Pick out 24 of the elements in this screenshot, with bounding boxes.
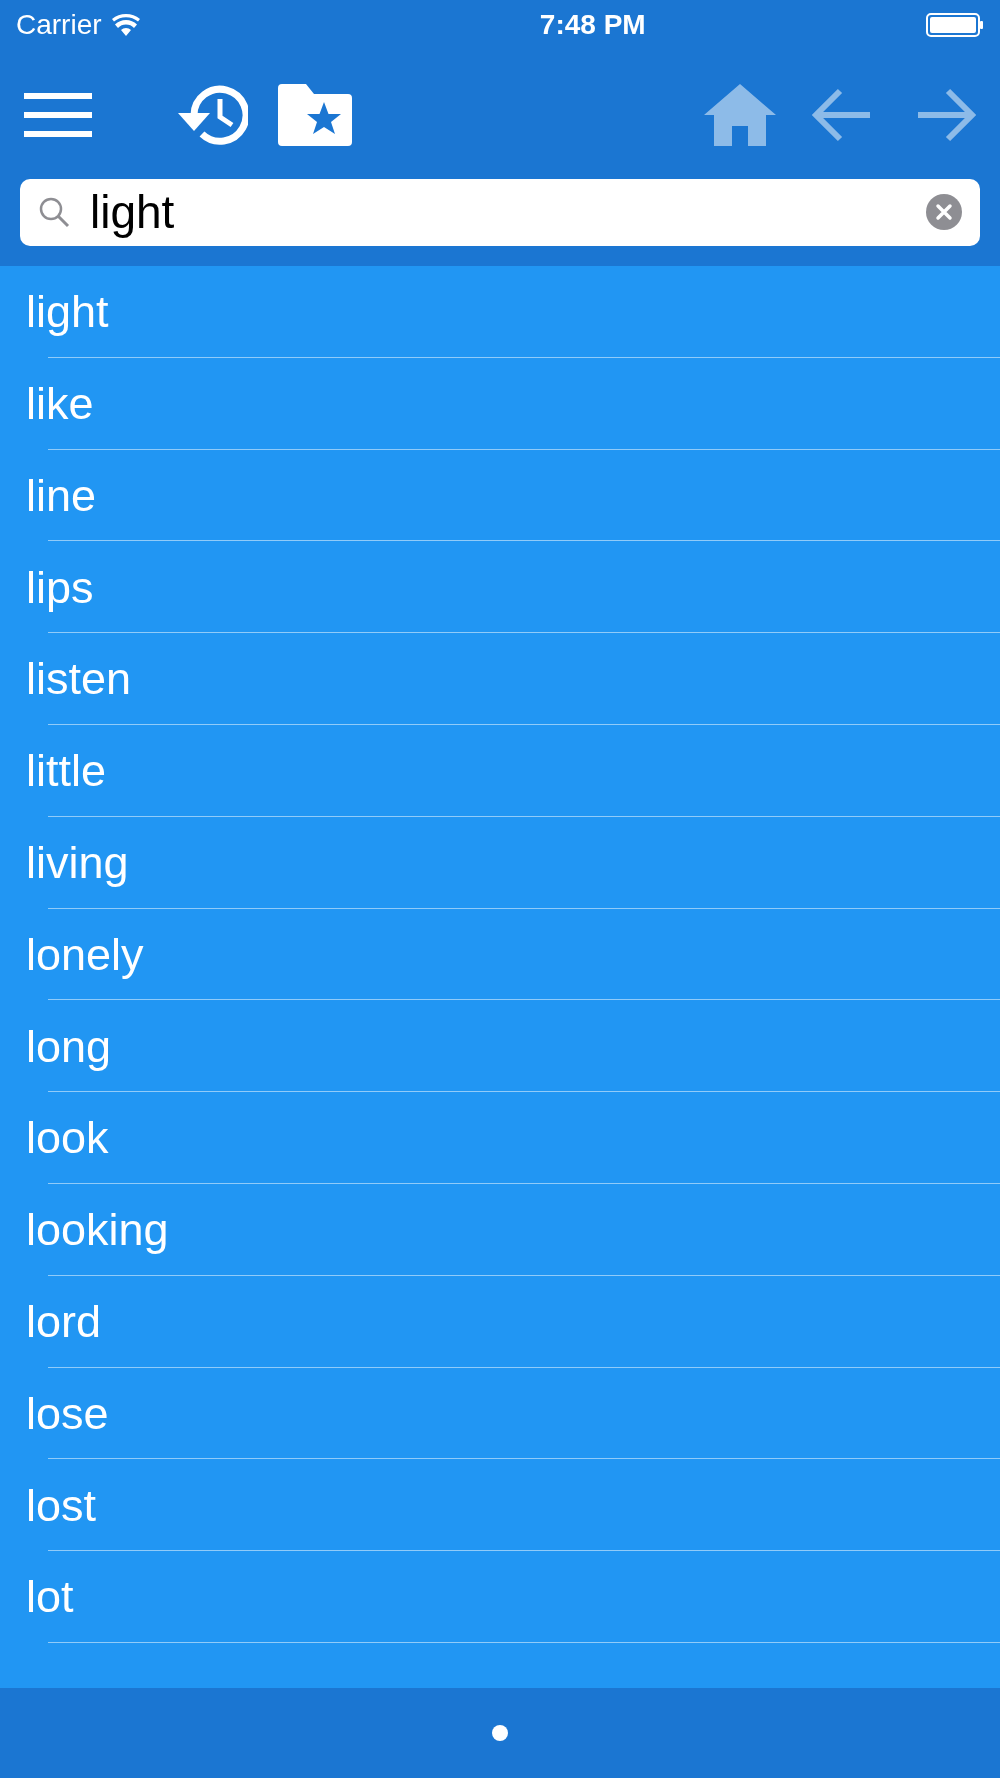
word-item[interactable]: lot bbox=[26, 1563, 74, 1631]
word-item[interactable]: lord bbox=[26, 1287, 102, 1356]
word-item[interactable]: living bbox=[26, 828, 129, 897]
word-item[interactable]: line bbox=[26, 461, 97, 530]
word-item[interactable]: little bbox=[26, 737, 107, 805]
word-item[interactable]: lonely bbox=[26, 920, 144, 989]
word-item[interactable]: light bbox=[26, 278, 109, 346]
clear-icon[interactable] bbox=[926, 194, 962, 230]
clock-time: 7:48 PM bbox=[539, 8, 646, 42]
word-item[interactable]: like bbox=[26, 369, 94, 438]
wifi-icon bbox=[111, 14, 140, 36]
search-icon bbox=[38, 196, 70, 228]
carrier-label: Carrier bbox=[16, 8, 102, 42]
word-item[interactable]: looking bbox=[26, 1196, 169, 1264]
word-item[interactable]: look bbox=[26, 1104, 109, 1172]
word-item[interactable]: lost bbox=[26, 1471, 97, 1539]
word-item[interactable]: long bbox=[26, 1012, 112, 1080]
search-field[interactable]: light bbox=[20, 179, 980, 246]
battery-icon bbox=[926, 13, 984, 37]
folder-star-icon[interactable] bbox=[278, 83, 352, 146]
word-item[interactable]: lose bbox=[26, 1379, 109, 1448]
menu-icon[interactable] bbox=[24, 92, 92, 137]
word-item[interactable]: lips bbox=[26, 553, 94, 622]
word-item[interactable]: listen bbox=[26, 645, 132, 713]
